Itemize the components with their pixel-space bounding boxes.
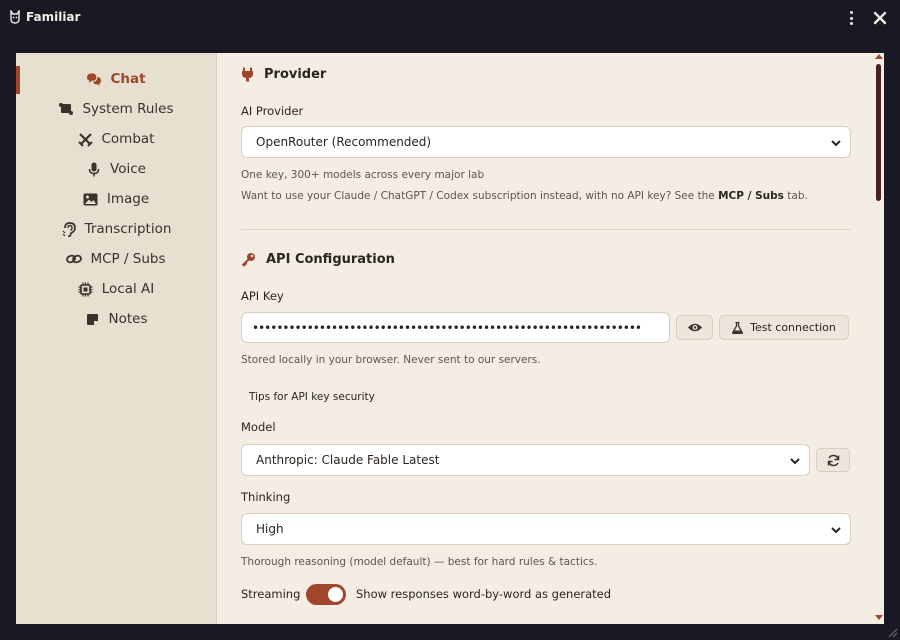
sidebar-item-label: Notes (108, 311, 148, 327)
sidebar-item-chat[interactable]: Chat (16, 65, 216, 93)
streaming-help: Show responses word-by-word as generated (356, 587, 612, 601)
chip-icon (78, 281, 94, 297)
sidebar-item-label: Chat (110, 71, 146, 87)
model-select[interactable]: Anthropic: Claude Fable Latest (241, 444, 810, 476)
thinking-select[interactable]: High (241, 513, 851, 545)
title-bar: Familiar (0, 0, 900, 37)
sidebar-item-local-ai[interactable]: Local AI (16, 275, 216, 303)
api-key-tips-link[interactable]: Tips for API key security (249, 391, 375, 403)
settings-panel: Chat System Rules Combat Voice Image Tra… (16, 53, 884, 624)
scroll-thumb[interactable] (876, 64, 881, 201)
sidebar-item-label: Voice (110, 161, 146, 177)
mcp-subs-link[interactable]: MCP / Subs (718, 190, 784, 202)
scroll-down-arrow-icon[interactable] (875, 615, 883, 620)
scroll-up-arrow-icon[interactable] (875, 54, 883, 59)
scroll-icon (58, 101, 74, 117)
note-icon (85, 311, 101, 327)
sidebar-item-system-rules[interactable]: System Rules (16, 95, 216, 123)
sidebar-item-voice[interactable]: Voice (16, 155, 216, 183)
sidebar-item-label: System Rules (82, 101, 174, 117)
test-connection-button[interactable]: Test connection (719, 315, 849, 340)
chat-bubbles-icon (86, 71, 102, 87)
plug-icon (242, 67, 253, 82)
link-icon (66, 251, 83, 267)
sidebar-item-mcp-subs[interactable]: MCP / Subs (16, 245, 216, 273)
chevron-down-icon (790, 458, 800, 465)
api-key-input[interactable]: ••••••••••••••••••••••••••••••••••••••••… (241, 312, 670, 343)
api-key-help: Stored locally in your browser. Never se… (241, 354, 541, 366)
sidebar: Chat System Rules Combat Voice Image Tra… (16, 53, 217, 624)
streaming-label: Streaming (241, 587, 301, 601)
provider-help: One key, 300+ models across every major … (241, 169, 485, 181)
reveal-key-button[interactable] (676, 315, 713, 340)
crossed-swords-icon (78, 131, 94, 147)
ear-icon (61, 221, 77, 237)
close-icon[interactable] (871, 9, 889, 27)
sidebar-item-combat[interactable]: Combat (16, 125, 216, 153)
toggle-knob (328, 587, 343, 602)
sidebar-item-label: Local AI (101, 281, 155, 297)
model-label: Model (241, 420, 276, 434)
more-vertical-icon[interactable] (843, 9, 859, 27)
provider-heading: Provider (241, 67, 326, 82)
sidebar-item-notes[interactable]: Notes (16, 305, 216, 333)
refresh-icon (827, 454, 839, 466)
refresh-models-button[interactable] (816, 448, 850, 472)
chevron-down-icon (831, 140, 841, 147)
image-icon (83, 191, 99, 207)
api-key-label: API Key (241, 289, 284, 303)
sidebar-item-label: Transcription (84, 221, 172, 237)
ai-provider-label: AI Provider (241, 104, 304, 118)
sidebar-item-label: Image (106, 191, 150, 207)
api-configuration-heading: API Configuration (241, 252, 395, 267)
subscription-hint: Want to use your Claude / ChatGPT / Code… (241, 190, 808, 202)
resize-grip-icon[interactable] (886, 626, 898, 638)
thinking-label: Thinking (241, 490, 291, 504)
sidebar-item-label: Combat (101, 131, 155, 147)
microphone-icon (86, 161, 102, 177)
key-icon (241, 253, 255, 267)
section-divider (241, 229, 851, 230)
main-content: Provider AI Provider OpenRouter (Recomme… (218, 53, 884, 624)
familiar-logo-icon (10, 10, 20, 24)
chevron-down-icon (831, 527, 841, 534)
eye-icon (687, 323, 702, 332)
thinking-help: Thorough reasoning (model default) — bes… (241, 556, 598, 568)
flask-icon (732, 321, 744, 334)
ai-provider-select[interactable]: OpenRouter (Recommended) (241, 126, 851, 158)
window-title: Familiar (26, 10, 81, 24)
sidebar-item-transcription[interactable]: Transcription (16, 215, 216, 243)
scrollbar[interactable] (873, 53, 884, 624)
sidebar-item-image[interactable]: Image (16, 185, 216, 213)
streaming-toggle[interactable] (306, 584, 346, 605)
sidebar-item-label: MCP / Subs (90, 251, 166, 267)
